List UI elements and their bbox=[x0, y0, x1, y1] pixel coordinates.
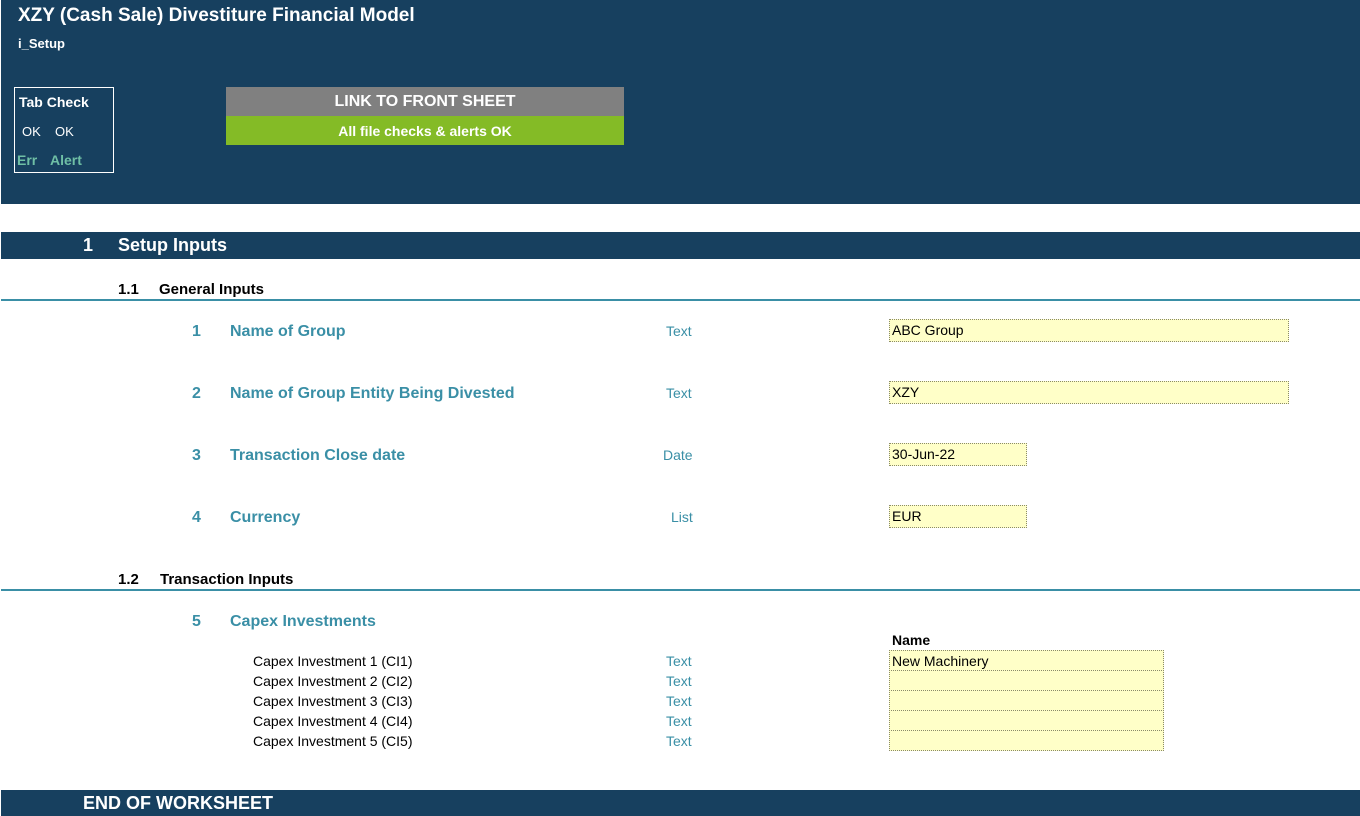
tab-check-box: Tab Check OK OK Err Alert bbox=[14, 87, 114, 173]
capex-name-input-1[interactable]: New Machinery bbox=[889, 650, 1164, 671]
capex-row-label: Capex Investment 2 (CI2) bbox=[253, 673, 413, 689]
tab-check-title: Tab Check bbox=[19, 94, 89, 110]
subsection-divider bbox=[1, 589, 1360, 591]
capex-row-label: Capex Investment 3 (CI3) bbox=[253, 693, 413, 709]
input-type: Text bbox=[666, 323, 692, 339]
model-title: XZY (Cash Sale) Divestiture Financial Mo… bbox=[18, 5, 415, 26]
input-label-currency: Currency bbox=[230, 509, 301, 526]
section-number: 1 bbox=[83, 235, 94, 255]
subsection-title-general: General Inputs bbox=[159, 281, 265, 298]
section-bar-setup-inputs: 1 Setup Inputs bbox=[1, 232, 1360, 259]
capex-row-label: Capex Investment 1 (CI1) bbox=[253, 653, 413, 669]
input-type: Text bbox=[666, 673, 692, 689]
input-type: Text bbox=[666, 385, 692, 401]
capex-name-input-5[interactable] bbox=[889, 730, 1164, 751]
file-check-status: All file checks & alerts OK bbox=[226, 116, 624, 145]
currency-select[interactable]: EUR bbox=[889, 505, 1027, 528]
close-date-input[interactable]: 30-Jun-22 bbox=[889, 443, 1027, 466]
input-type: Text bbox=[666, 713, 692, 729]
capex-name-input-2[interactable] bbox=[889, 670, 1164, 691]
section-title: Setup Inputs bbox=[118, 235, 227, 255]
link-to-front-sheet-button[interactable]: LINK TO FRONT SHEET bbox=[226, 87, 624, 116]
group-name-input[interactable]: ABC Group bbox=[889, 319, 1289, 342]
capex-row-label: Capex Investment 4 (CI4) bbox=[253, 713, 413, 729]
input-label-capex: Capex Investments bbox=[230, 613, 376, 630]
alert-label: Alert bbox=[50, 152, 82, 168]
input-type: Text bbox=[666, 733, 692, 749]
capex-name-input-3[interactable] bbox=[889, 690, 1164, 711]
sheet-name: i_Setup bbox=[18, 36, 65, 51]
input-number: 5 bbox=[192, 613, 201, 630]
subsection-number-general: 1.1 bbox=[118, 281, 139, 298]
input-label-close-date: Transaction Close date bbox=[230, 447, 406, 464]
input-number: 3 bbox=[192, 447, 201, 464]
column-header-name: Name bbox=[892, 632, 931, 648]
err-status: OK bbox=[22, 124, 41, 139]
input-type: Date bbox=[663, 447, 693, 463]
end-of-worksheet-bar: END OF WORKSHEET bbox=[1, 790, 1360, 816]
input-type: Text bbox=[666, 693, 692, 709]
subsection-title-transaction: Transaction Inputs bbox=[160, 571, 294, 588]
input-label-group-name: Name of Group bbox=[230, 323, 346, 340]
subsection-divider bbox=[1, 299, 1360, 301]
capex-name-input-4[interactable] bbox=[889, 710, 1164, 731]
input-number: 4 bbox=[192, 509, 201, 526]
divested-entity-input[interactable]: XZY bbox=[889, 381, 1289, 404]
err-label: Err bbox=[17, 152, 38, 168]
input-label-divested-entity: Name of Group Entity Being Divested bbox=[230, 385, 515, 402]
input-number: 1 bbox=[192, 323, 201, 340]
worksheet-header: XZY (Cash Sale) Divestiture Financial Mo… bbox=[1, 0, 1360, 204]
capex-row-label: Capex Investment 5 (CI5) bbox=[253, 733, 413, 749]
alert-status: OK bbox=[55, 124, 74, 139]
input-type: List bbox=[671, 509, 693, 525]
end-of-worksheet-label: END OF WORKSHEET bbox=[83, 793, 274, 813]
subsection-number-transaction: 1.2 bbox=[118, 571, 139, 588]
input-number: 2 bbox=[192, 385, 201, 402]
input-type: Text bbox=[666, 653, 692, 669]
